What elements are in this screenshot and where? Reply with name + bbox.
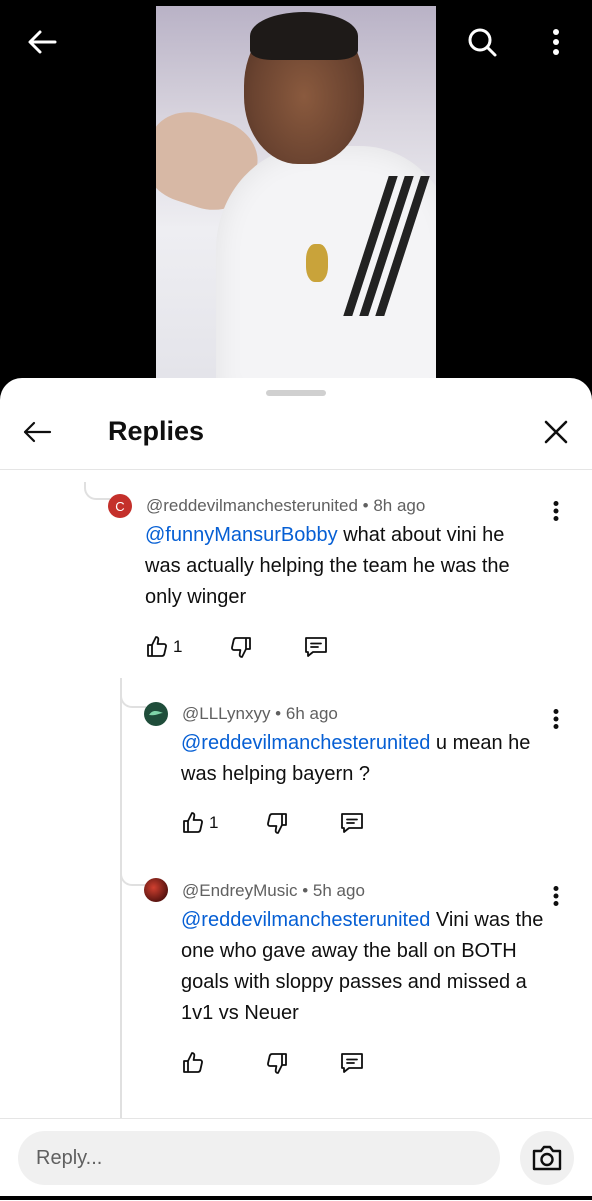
meta-separator: • bbox=[357, 496, 374, 515]
avatar[interactable] bbox=[144, 878, 168, 902]
comment-meta: @reddevilmanchesterunited • 8h ago bbox=[146, 496, 425, 516]
comment-icon bbox=[305, 637, 327, 657]
dislike-button[interactable] bbox=[265, 1048, 289, 1078]
comment-actions: 1 bbox=[145, 632, 365, 662]
like-button[interactable]: 1 bbox=[145, 632, 182, 662]
more-vert-icon[interactable] bbox=[544, 496, 568, 526]
camera-icon bbox=[532, 1145, 562, 1171]
thread-connector bbox=[120, 690, 146, 708]
comment-author[interactable]: @EndreyMusic bbox=[182, 881, 298, 900]
like-button[interactable]: 1 bbox=[181, 808, 218, 838]
thumb-down-icon bbox=[267, 813, 287, 834]
like-button[interactable] bbox=[181, 1048, 205, 1078]
thread-connector bbox=[84, 482, 110, 500]
thumb-down-icon bbox=[231, 637, 251, 658]
video-thumbnail bbox=[156, 6, 436, 378]
avatar[interactable]: C bbox=[108, 494, 132, 518]
thumb-up-icon bbox=[147, 636, 167, 657]
comment-actions: 1 bbox=[181, 808, 401, 838]
meta-separator: • bbox=[297, 881, 313, 900]
mention-link[interactable]: @funnyMansurBobby bbox=[145, 524, 338, 546]
thread-connector bbox=[120, 868, 146, 886]
thumb-up-icon bbox=[183, 812, 203, 833]
comment-meta: @LLLynxyy • 6h ago bbox=[182, 704, 338, 724]
reply-bar bbox=[0, 1118, 592, 1201]
comment-text: @reddevilmanchesterunited u mean he was … bbox=[181, 728, 551, 790]
comment-icon bbox=[341, 813, 363, 833]
more-vert-icon[interactable] bbox=[536, 22, 576, 62]
dislike-button[interactable] bbox=[265, 808, 289, 838]
avatar-letter: C bbox=[115, 498, 125, 514]
comment-author[interactable]: @reddevilmanchesterunited bbox=[146, 496, 358, 515]
comment-text: @funnyMansurBobby what about vini he was… bbox=[145, 520, 545, 613]
reply-button[interactable] bbox=[339, 808, 365, 838]
comment-author[interactable]: @LLLynxyy bbox=[182, 704, 270, 723]
camera-button[interactable] bbox=[520, 1131, 574, 1185]
comment-icon bbox=[341, 1053, 363, 1073]
reply-button[interactable] bbox=[303, 632, 329, 662]
comment-meta: @EndreyMusic • 5h ago bbox=[182, 881, 365, 901]
avatar[interactable] bbox=[144, 702, 168, 726]
thumb-down-icon bbox=[267, 1053, 287, 1074]
thread-line bbox=[120, 678, 122, 1118]
close-icon[interactable] bbox=[536, 414, 576, 450]
thumb-up-icon bbox=[183, 1052, 203, 1073]
search-icon[interactable] bbox=[462, 22, 502, 62]
comment-time: 8h ago bbox=[373, 496, 426, 515]
comment-actions bbox=[181, 1048, 401, 1078]
like-count: 1 bbox=[173, 637, 183, 656]
system-nav-bar bbox=[0, 1196, 592, 1200]
drag-handle[interactable] bbox=[266, 390, 326, 396]
sheet-title: Replies bbox=[108, 416, 205, 446]
arrow-left-icon[interactable] bbox=[16, 416, 58, 448]
reply-input[interactable] bbox=[18, 1131, 500, 1185]
mention-link[interactable]: @reddevilmanchesterunited bbox=[181, 909, 430, 931]
like-count: 1 bbox=[209, 813, 219, 832]
comment-text: @reddevilmanchesterunited Vini was the o… bbox=[181, 905, 553, 1029]
comment-time: 6h ago bbox=[285, 704, 338, 723]
mention-link[interactable]: @reddevilmanchesterunited bbox=[181, 732, 430, 754]
header-divider bbox=[0, 469, 592, 470]
meta-separator: • bbox=[270, 704, 286, 723]
video-player[interactable] bbox=[0, 0, 592, 400]
dislike-button[interactable] bbox=[229, 632, 253, 662]
comment-time: 5h ago bbox=[312, 881, 365, 900]
back-icon[interactable] bbox=[22, 22, 62, 62]
reply-button[interactable] bbox=[339, 1048, 365, 1078]
